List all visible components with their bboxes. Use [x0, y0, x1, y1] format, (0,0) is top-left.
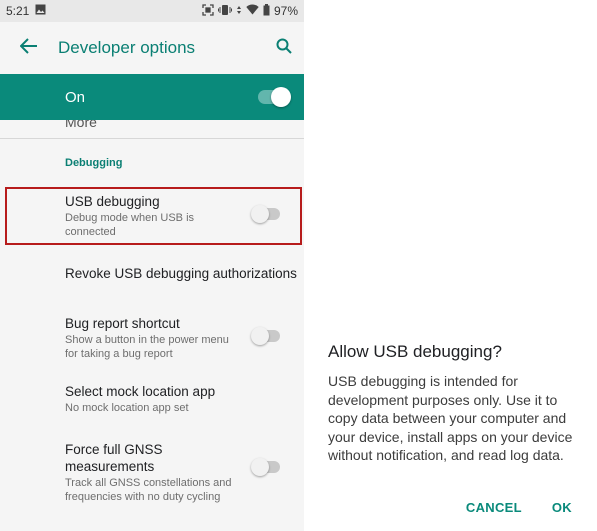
revoke-usb-authorizations-item[interactable]: Revoke USB debugging authorizations: [0, 243, 304, 303]
status-time: 5:21: [6, 4, 30, 18]
usb-debugging-item[interactable]: USB debugging Debug mode when USB is con…: [0, 187, 304, 243]
item-subtitle: No mock location app set: [65, 402, 189, 414]
force-full-gnss-item[interactable]: Force full GNSS measurements Track all G…: [0, 431, 304, 505]
dialog-body: USB debugging is intended for developmen…: [328, 373, 573, 463]
phone-screen: 5:21 97% Developer options On More Debug…: [0, 0, 304, 531]
item-subtitle: Track all GNSS constellations and freque…: [65, 477, 232, 503]
toggle-knob: [251, 327, 269, 345]
item-title: Select mock location app: [65, 384, 216, 399]
back-arrow-icon: [19, 37, 38, 59]
usb-debugging-toggle[interactable]: [251, 205, 280, 223]
gnss-text: Force full GNSS measurements Track all G…: [65, 441, 235, 504]
item-title: USB debugging: [65, 194, 160, 209]
page-title: Developer options: [58, 38, 196, 57]
scan-icon: [202, 3, 214, 19]
item-subtitle: Show a button in the power menu for taki…: [65, 334, 229, 360]
toggle-knob: [251, 458, 269, 476]
item-title: Bug report shortcut: [65, 316, 180, 331]
dialog-title: Allow USB debugging?: [328, 342, 502, 361]
item-subtitle: Debug mode when USB is connected: [65, 212, 195, 238]
item-title: Force full GNSS measurements: [65, 442, 163, 474]
section-header-debugging: Debugging: [65, 157, 123, 169]
allow-usb-debugging-dialog: Allow USB debugging? USB debugging is in…: [318, 330, 590, 530]
back-button[interactable]: [0, 37, 58, 59]
item-title: Revoke USB debugging authorizations: [65, 265, 297, 281]
toggle-knob: [271, 87, 291, 107]
cancel-button[interactable]: CANCEL: [466, 500, 522, 515]
search-icon: [276, 38, 292, 59]
master-toggle[interactable]: [258, 87, 291, 107]
wifi-icon: [246, 4, 259, 18]
toggle-knob: [251, 205, 269, 223]
status-bar: 5:21 97%: [0, 0, 304, 22]
bug-report-shortcut-item[interactable]: Bug report shortcut Show a button in the…: [0, 303, 304, 371]
vibrate-icon: [217, 4, 232, 19]
partial-item-label: More: [65, 120, 97, 130]
bug-report-toggle[interactable]: [251, 327, 280, 345]
developer-options-master-switch[interactable]: On: [0, 74, 304, 120]
data-icon: [236, 4, 242, 19]
status-icons: 97%: [202, 3, 298, 19]
master-switch-label: On: [65, 88, 86, 106]
mock-location-app-item[interactable]: Select mock location app No mock locatio…: [0, 371, 304, 431]
search-button[interactable]: [264, 38, 304, 59]
usb-debugging-text: USB debugging Debug mode when USB is con…: [65, 193, 235, 239]
partial-list-item[interactable]: More: [0, 120, 304, 139]
dialog-actions: CANCEL OK: [466, 500, 572, 515]
image-icon: [35, 4, 46, 18]
battery-percent: 97%: [273, 4, 298, 18]
ok-button[interactable]: OK: [552, 500, 572, 515]
app-bar: Developer options: [0, 22, 304, 74]
battery-icon: [263, 3, 270, 19]
gnss-toggle[interactable]: [251, 458, 280, 476]
bug-report-text: Bug report shortcut Show a button in the…: [65, 315, 235, 361]
